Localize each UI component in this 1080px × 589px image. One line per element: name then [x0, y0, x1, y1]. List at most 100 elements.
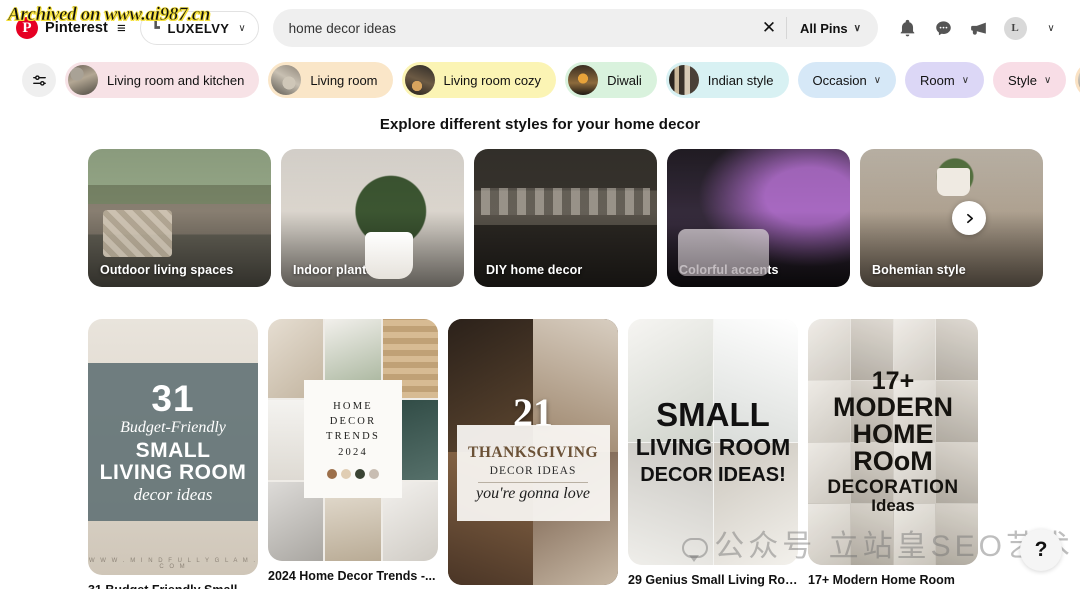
pin-overlay-line: Budget-Friendly	[120, 419, 226, 437]
pin-card[interactable]: 31 Budget-Friendly SMALL LIVING ROOM dec…	[88, 319, 258, 589]
chevron-down-icon: ∨	[238, 22, 246, 34]
hamburger-menu-icon[interactable]: ≡	[117, 20, 126, 37]
account-mark-icon: ┗	[151, 20, 160, 35]
color-swatch	[341, 468, 351, 479]
filter-chip-living-room[interactable]: Living room	[268, 62, 393, 98]
pin-overlay-line: MODERN	[833, 392, 953, 423]
pinterest-logo-icon: P	[16, 17, 38, 39]
pin-card[interactable]: HOME DECOR TRENDS 2024 2024 Home Decor T…	[268, 319, 438, 585]
chip-label: Living room cozy	[443, 72, 542, 88]
help-button[interactable]: ?	[1020, 529, 1062, 571]
account-name-label: LUXELVY	[167, 20, 230, 36]
category-carousel: Outdoor living spaces Indoor plants DIY ho…	[0, 149, 1080, 287]
category-card-label: Indoor plants	[293, 263, 374, 277]
pinterest-home-button[interactable]: P Pinterest ≡	[10, 13, 132, 43]
pin-overlay-line: LIVING ROOM	[99, 461, 247, 485]
chip-label: Living room and kitchen	[107, 72, 245, 88]
pin-overlay-line: THANKSGIVING	[467, 443, 599, 461]
category-card-outdoor-living-spaces[interactable]: Outdoor living spaces	[88, 149, 271, 287]
all-pins-dropdown[interactable]: All Pins ∨	[787, 11, 874, 45]
pin-image[interactable]: 17+ MODERN HOME ROoM DECORATION Ideas	[808, 319, 978, 565]
color-swatch	[355, 468, 365, 479]
filter-chip-living-room-and-kitchen[interactable]: Living room and kitchen	[65, 62, 260, 98]
search-input[interactable]	[288, 20, 752, 36]
account-menu-chevron-icon[interactable]: ∨	[1034, 11, 1068, 45]
pin-overlay-line: ROoM	[853, 445, 933, 476]
pin-caption: 17+ Modern Home Room	[808, 573, 955, 587]
pin-overlay-url: W W W . M I N D F U L L Y G L A M . C O …	[88, 558, 258, 570]
chevron-down-icon: ∨	[1047, 22, 1055, 34]
pin-results-grid: 31 Budget-Friendly SMALL LIVING ROOM dec…	[0, 319, 1080, 589]
category-card-colorful-accents[interactable]: Colorful accents	[667, 149, 850, 287]
pin-overlay-line: SMALL	[656, 396, 770, 434]
category-card-label: Outdoor living spaces	[100, 263, 234, 277]
pin-overlay-line: HOME	[852, 419, 934, 450]
pin-image[interactable]: SMALL LIVING ROOM DECOR IDEAS!	[628, 319, 798, 565]
filter-chip-occasion[interactable]: Occasion ∨	[797, 62, 897, 98]
pin-overlay-line: TRENDS	[325, 431, 381, 443]
bell-icon[interactable]	[890, 11, 924, 45]
chip-thumbnail	[68, 65, 98, 95]
pin-overlay-line: 17+	[871, 367, 915, 396]
chip-thumbnail	[404, 65, 435, 95]
account-switcher-button[interactable]: ┗ LUXELVY ∨	[139, 11, 259, 45]
pin-overlay-line: Ideas	[871, 496, 915, 516]
header-actions: L ∨	[890, 11, 1068, 45]
filter-chip-row: Living room and kitchen Living room Living…	[0, 56, 1080, 104]
category-card-label: DIY home decor	[486, 263, 583, 277]
category-card-indoor-plants[interactable]: Indoor plants	[281, 149, 464, 287]
pin-image[interactable]: HOME DECOR TRENDS 2024	[268, 319, 438, 561]
filter-chip-diwali[interactable]: Diwali	[565, 62, 657, 98]
avatar[interactable]: L	[998, 11, 1032, 45]
pin-image[interactable]: 31 Budget-Friendly SMALL LIVING ROOM dec…	[88, 319, 258, 575]
chevron-down-icon: ∨	[961, 74, 970, 86]
pin-color-swatches	[327, 468, 379, 479]
pin-image[interactable]: 21 THANKSGIVING DECOR IDEAS you're gonna…	[448, 319, 618, 585]
card-gradient-overlay	[667, 149, 850, 287]
pin-card[interactable]: 17+ MODERN HOME ROoM DECORATION Ideas 17…	[808, 319, 978, 589]
chip-label: Occasion	[812, 72, 867, 88]
explore-section-title: Explore different styles for your home d…	[379, 116, 701, 133]
pin-overlay-text: THANKSGIVING DECOR IDEAS you're gonna lo…	[456, 425, 610, 522]
pin-caption: 2024 Home Decor Trends -...	[268, 569, 436, 583]
filter-chip-style[interactable]: Style ∨	[993, 62, 1067, 98]
chip-label: Room	[920, 72, 955, 88]
category-card-diy-home-decor[interactable]: DIY home decor	[474, 149, 657, 287]
category-card-label: Bohemian style	[872, 263, 966, 277]
pin-overlay-line: 2024	[338, 446, 368, 458]
pin-overlay-text: HOME DECOR TRENDS 2024	[303, 379, 403, 499]
pin-overlay-line: DECOR IDEAS	[489, 464, 577, 477]
chat-icon[interactable]	[926, 11, 960, 45]
chip-label: Indian style	[707, 72, 774, 88]
pin-overlay-line: DECOR	[329, 416, 377, 428]
pin-overlay-line: LIVING ROOM	[635, 433, 791, 460]
pin-card[interactable]: SMALL LIVING ROOM DECOR IDEAS! 29 Genius…	[628, 319, 798, 589]
pin-overlay-line: DECOR IDEAS!	[640, 463, 786, 486]
pin-caption: 29 Genius Small Living Room...	[628, 573, 798, 587]
pin-overlay-line: HOME	[333, 400, 373, 412]
pin-caption: 31 Budget Friendly Small Living	[88, 583, 258, 589]
category-card-label: Colorful accents	[679, 263, 779, 277]
pin-card[interactable]: 21 THANKSGIVING DECOR IDEAS you're gonna…	[448, 319, 618, 589]
chip-thumbnail	[668, 65, 699, 95]
search-bar[interactable]: ✕ All Pins ∨	[272, 9, 878, 47]
carousel-next-button[interactable]	[952, 201, 986, 235]
brand-name-label: Pinterest	[45, 20, 108, 36]
pin-overlay-line: DECORATION	[827, 476, 959, 498]
filter-chip-living-room-cozy[interactable]: Living room cozy	[401, 62, 557, 98]
pin-overlay-text: SMALL LIVING ROOM DECOR IDEAS!	[628, 319, 798, 565]
filter-chip-room[interactable]: Room ∨	[905, 62, 985, 98]
chevron-down-icon: ∨	[1043, 74, 1052, 86]
pin-overlay-line: 31	[151, 378, 195, 420]
tune-icon[interactable]	[22, 63, 56, 97]
chevron-down-icon: ∨	[853, 22, 861, 34]
pin-overlay-text: 17+ MODERN HOME ROoM DECORATION Ideas	[808, 319, 978, 565]
clear-search-icon[interactable]: ✕	[752, 11, 786, 45]
chip-label: Style	[1008, 72, 1037, 88]
chevron-down-icon: ∨	[873, 74, 882, 86]
megaphone-icon[interactable]	[962, 11, 996, 45]
chip-label: Diwali	[607, 72, 642, 88]
filter-chip-ikea[interactable]: Ikea	[1075, 62, 1080, 98]
chip-label: Living room	[310, 72, 378, 88]
filter-chip-indian-style[interactable]: Indian style	[665, 62, 789, 98]
